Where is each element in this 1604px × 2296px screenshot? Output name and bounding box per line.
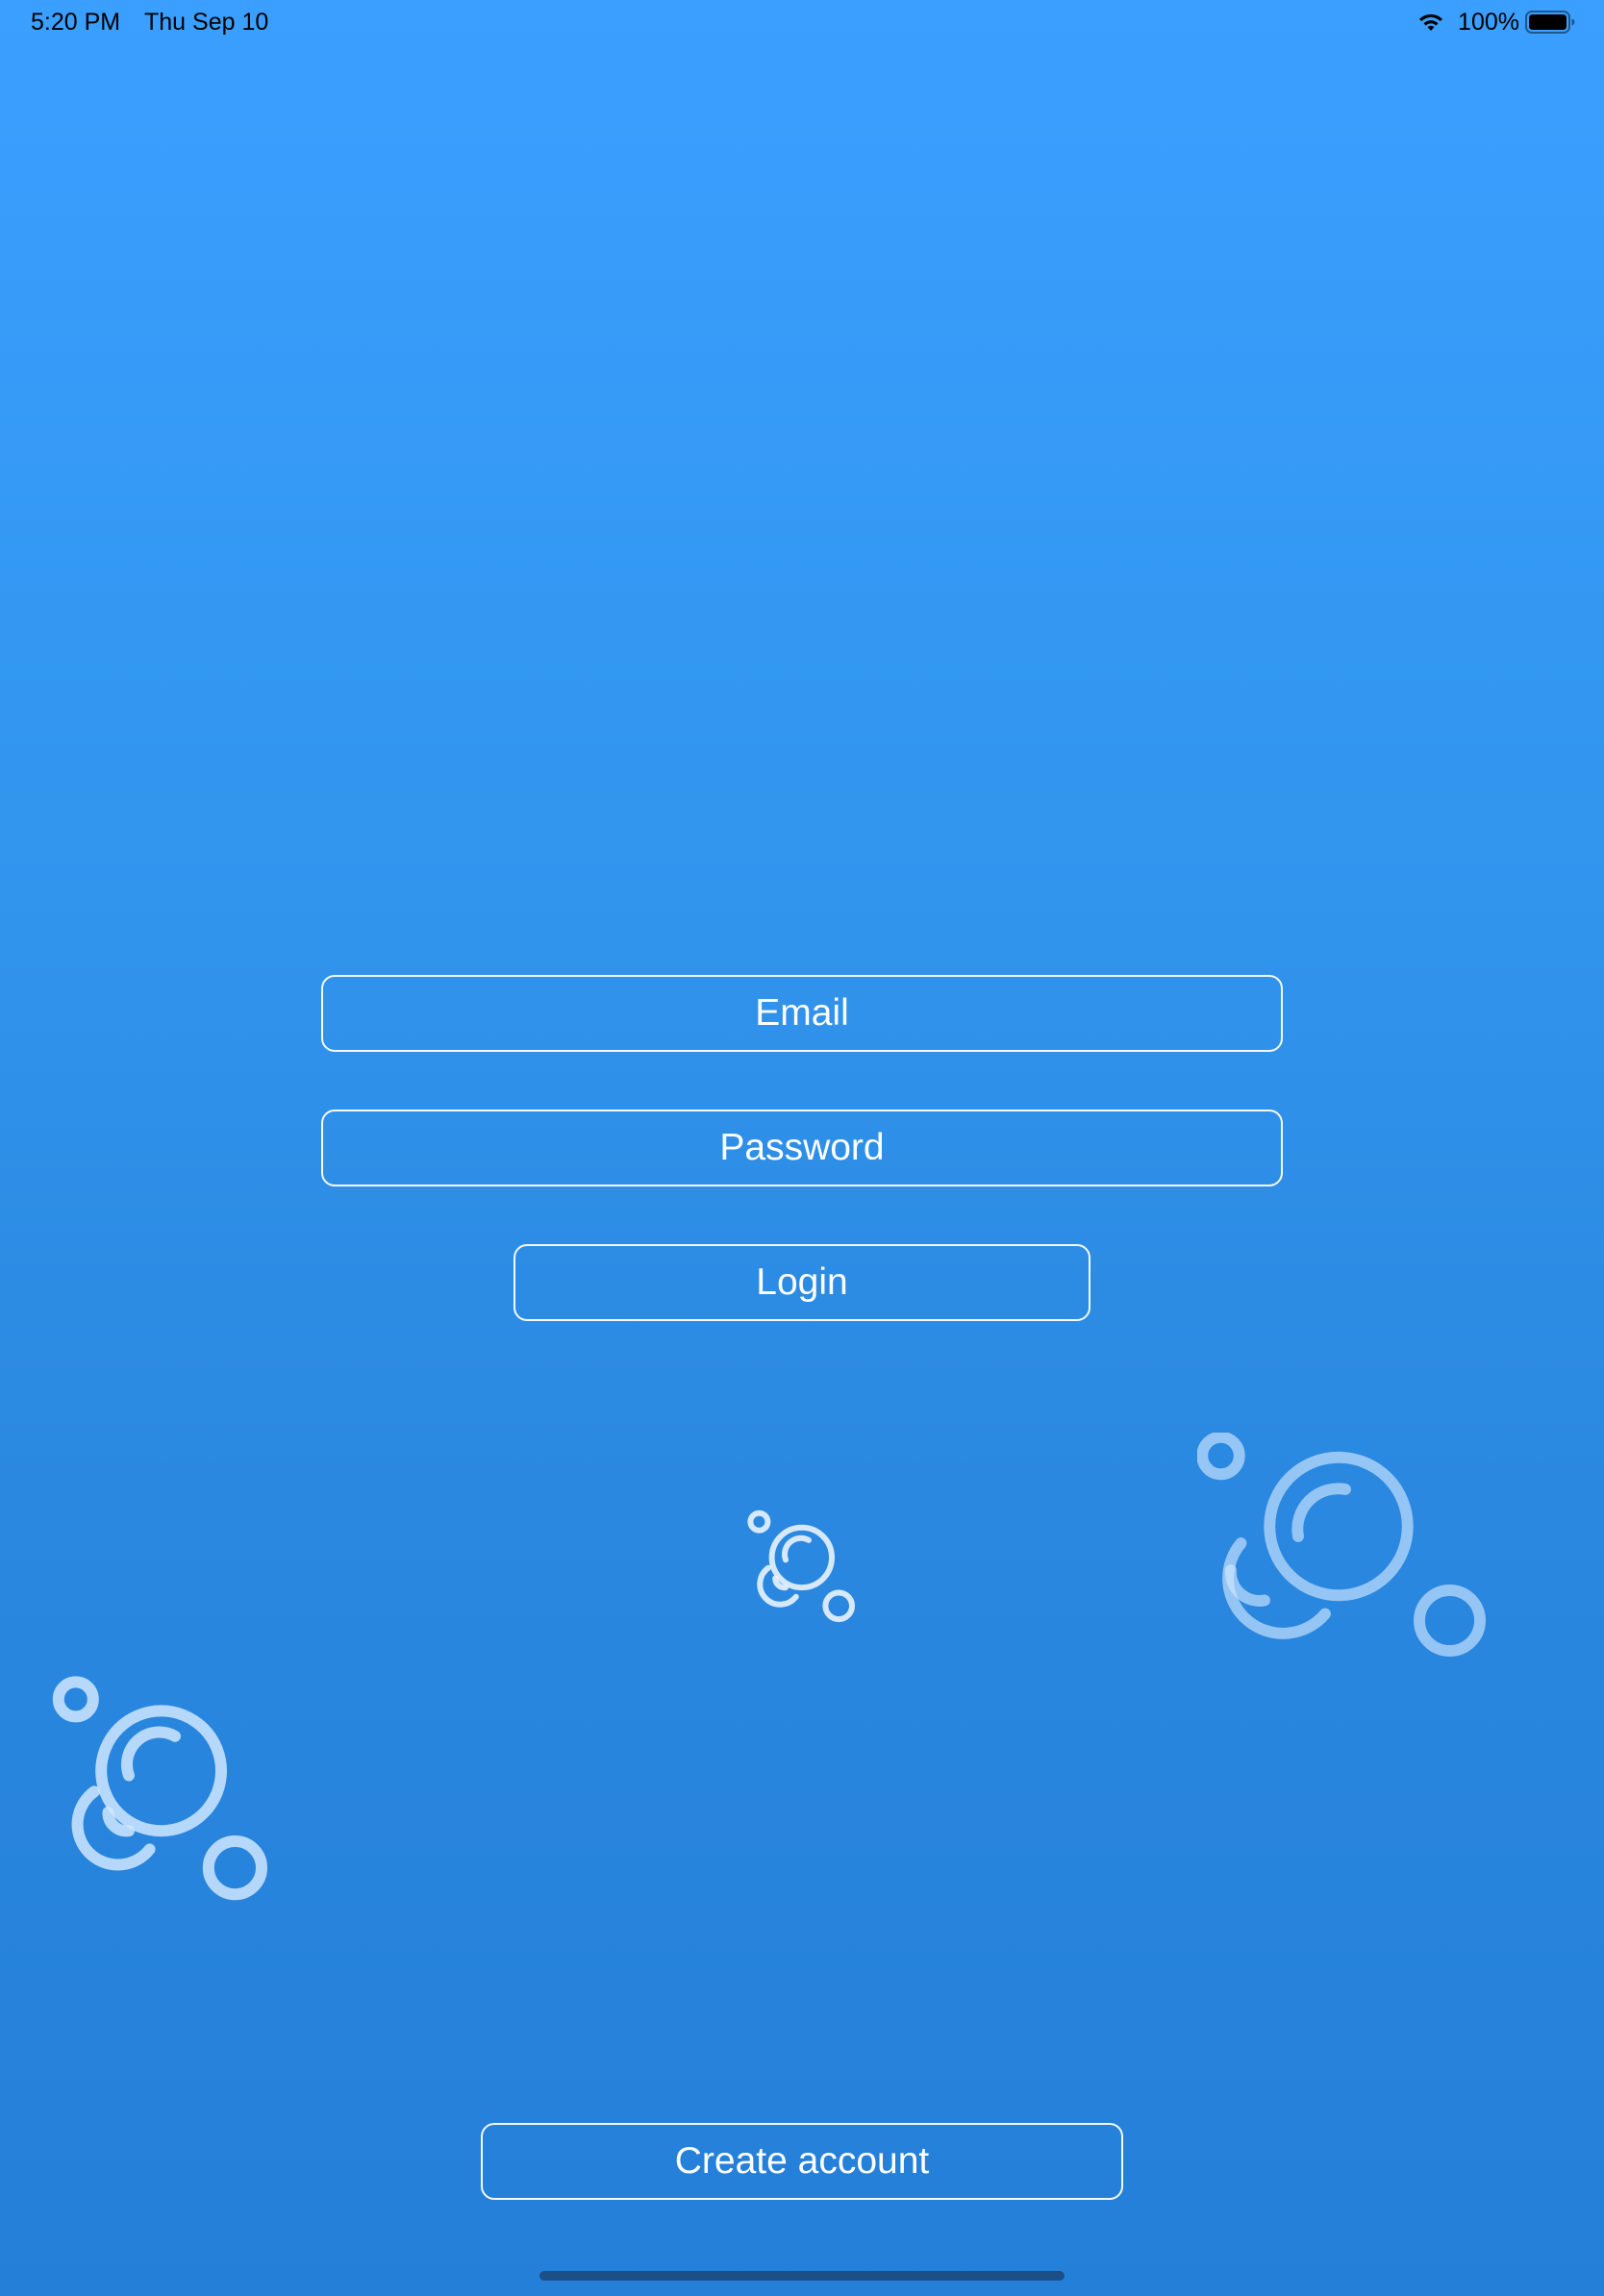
create-account-label: Create account	[674, 2140, 930, 2182]
wifi-icon	[1419, 13, 1443, 31]
bubbles-icon	[747, 1510, 855, 1623]
login-button-label: Login	[756, 1261, 848, 1303]
email-field[interactable]: Email	[321, 975, 1283, 1052]
bubbles-icon	[1197, 1433, 1486, 1657]
home-indicator[interactable]	[539, 2271, 1065, 2281]
email-placeholder: Email	[755, 992, 849, 1034]
battery-percent: 100%	[1458, 8, 1519, 36]
battery-icon	[1525, 11, 1575, 34]
status-date: Thu Sep 10	[144, 9, 269, 36]
status-bar: 5:20 PM Thu Sep 10 100%	[0, 0, 1604, 44]
status-time: 5:20 PM	[31, 9, 121, 36]
password-placeholder: Password	[719, 1127, 885, 1168]
login-button[interactable]: Login	[514, 1244, 1090, 1321]
status-indicators: 100%	[1417, 9, 1575, 36]
create-account-button[interactable]: Create account	[481, 2123, 1123, 2200]
password-field[interactable]: Password	[321, 1110, 1283, 1186]
bubbles-icon	[52, 1676, 267, 1901]
